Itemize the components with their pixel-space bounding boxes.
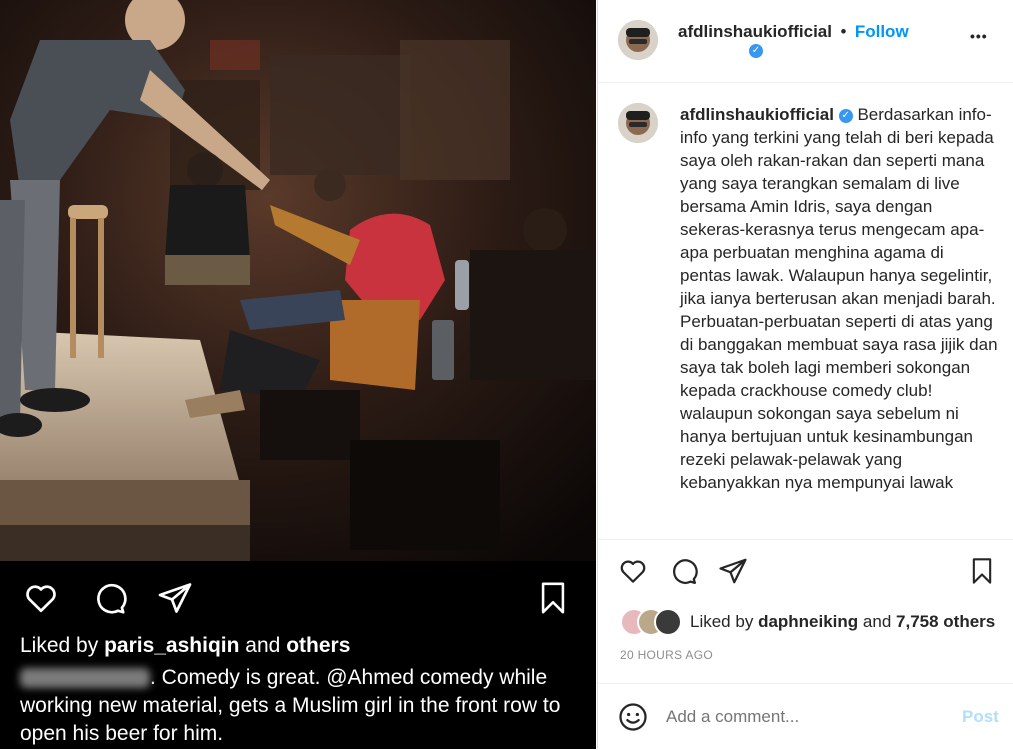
caption-body: afdlinshaukiofficial ✓ Berdasarkan info-…: [680, 103, 998, 494]
save-bookmark-icon[interactable]: [968, 556, 996, 586]
avatar-image: [618, 20, 658, 60]
share-icon[interactable]: [718, 556, 748, 586]
more-options-icon[interactable]: •••: [970, 28, 988, 44]
caption-verified-badge-icon: ✓: [838, 108, 853, 123]
liked-by-others-link[interactable]: 7,758 others: [896, 612, 995, 631]
embedded-caption-line-3: open his beer for him.: [20, 722, 224, 745]
bookmark-icon: [541, 582, 565, 614]
heart-icon: [26, 585, 56, 613]
follow-button[interactable]: Follow: [855, 22, 909, 41]
caption-username[interactable]: afdlinshaukiofficial: [680, 105, 834, 124]
caption-avatar[interactable]: [618, 103, 658, 143]
verified-badge-icon: ✓: [749, 44, 763, 58]
embedded-caption: . Comedy is great. @Ahmed comedy while: [20, 664, 547, 692]
caption-area: afdlinshaukiofficial ✓ Berdasarkan info-…: [598, 83, 1013, 538]
photo-illustration: [0, 0, 596, 561]
liker-avatar: [654, 608, 682, 636]
post-header: afdlinshaukiofficial • Follow ✓ •••: [598, 0, 1013, 83]
liked-by-avatars[interactable]: [620, 608, 690, 636]
comedy-show-photo: [0, 0, 596, 561]
post-actions: Liked by daphneiking and 7,758 others 20…: [598, 539, 1013, 690]
post-sidebar: afdlinshaukiofficial • Follow ✓ ••• afdl…: [597, 0, 1013, 749]
share-icon: [158, 583, 192, 613]
embedded-liked-by: Liked by paris_ashiqin and others: [20, 634, 351, 657]
liked-by-user-link[interactable]: daphneiking: [758, 612, 858, 631]
comment-icon: [97, 583, 127, 614]
avatar[interactable]: [618, 20, 658, 60]
embedded-post-image: Liked by paris_ashiqin and others . Come…: [0, 0, 596, 749]
embedded-caption-line-2: working new material, gets a Muslim girl…: [20, 694, 561, 717]
comment-bar: Post: [598, 683, 1013, 750]
caption-text: Berdasarkan info-info yang terkini yang …: [680, 105, 998, 492]
post-timestamp[interactable]: 20 HOURS AGO: [620, 648, 713, 662]
liked-by-text: Liked by daphneiking and 7,758 others: [690, 612, 996, 631]
like-heart-icon[interactable]: [618, 556, 648, 586]
caption-avatar-image: [618, 103, 658, 143]
post-comment-button[interactable]: Post: [962, 707, 999, 727]
username[interactable]: afdlinshaukiofficial: [678, 22, 832, 41]
emoji-icon[interactable]: [618, 702, 648, 732]
separator-dot: •: [840, 22, 847, 41]
comment-icon[interactable]: [668, 556, 698, 586]
comment-input[interactable]: [666, 704, 926, 730]
blurred-username: [20, 668, 150, 689]
